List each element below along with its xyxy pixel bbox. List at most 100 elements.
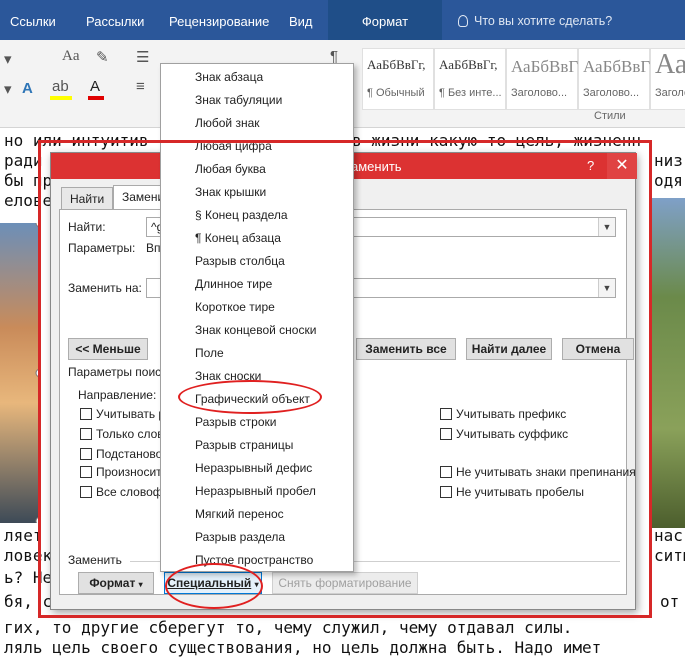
menu-item-endnote-mark[interactable]: Знак концевой сноски <box>161 319 353 342</box>
find-label: Найти: <box>68 220 106 234</box>
style-name: ¶ Обычный <box>367 87 425 99</box>
menu-item-line-break[interactable]: Разрыв строки <box>161 411 353 434</box>
doc-text: одя <box>654 171 683 190</box>
tab-view[interactable]: Вид <box>289 14 313 29</box>
checkbox-ignore-space[interactable] <box>440 486 452 498</box>
help-button[interactable]: ? <box>587 158 594 173</box>
checkbox-whole-word[interactable] <box>80 428 92 440</box>
menu-item-any-digit[interactable]: Любая цифра <box>161 135 353 158</box>
tab-mailings[interactable]: Рассылки <box>86 14 144 29</box>
tell-me-text: Что вы хотите сделать? <box>474 14 613 28</box>
doc-text: нас <box>654 526 683 545</box>
replace-label: Заменить на: <box>68 281 142 295</box>
style-sample: АаБбВвГ <box>583 57 651 76</box>
doc-text: бя, с <box>4 592 53 611</box>
doc-text: ляет <box>4 526 43 545</box>
align-left-icon[interactable]: ≡ <box>136 78 145 95</box>
menu-item-any-letter[interactable]: Любая буква <box>161 158 353 181</box>
checkbox-match-case[interactable] <box>80 408 92 420</box>
ribbon-tab-bar: Ссылки Рассылки Рецензирование Вид Форма… <box>0 0 685 40</box>
close-button[interactable]: ✕ <box>607 153 637 179</box>
menu-item-footnote-mark[interactable]: Знак сноски <box>161 365 353 388</box>
style-heading-2[interactable]: АаБбВвГ Заголово... <box>578 48 650 110</box>
tab-format[interactable]: Формат <box>328 0 442 40</box>
doc-text: ради <box>4 151 43 170</box>
special-dropdown-menu: Знак абзаца Знак табуляции Любой знак Лю… <box>160 63 354 572</box>
doc-text: ловек <box>4 546 53 565</box>
menu-item-nonbreaking-hyphen[interactable]: Неразрывный дефис <box>161 457 353 480</box>
checkbox-label: Подстановоч <box>96 447 169 461</box>
landscape-photo-right[interactable] <box>652 198 685 528</box>
checkbox-label: Учитывать суффикс <box>456 427 569 441</box>
clear-format-icon[interactable]: ✎ <box>96 48 109 66</box>
tell-me-search[interactable]: Что вы хотите сделать? <box>458 14 612 28</box>
style-sample: Аа <box>655 49 685 80</box>
style-sample: АаБбВвГг, <box>367 57 426 72</box>
font-size-icon[interactable]: ▾ <box>4 50 12 68</box>
bullets-icon[interactable]: ☰ <box>136 48 149 66</box>
menu-item-en-dash[interactable]: Короткое тире <box>161 296 353 319</box>
text-effects-icon[interactable]: A <box>22 80 33 97</box>
styles-group-label: Стили <box>594 110 626 122</box>
special-button-label: Специальный <box>167 576 252 590</box>
cancel-button[interactable]: Отмена <box>562 338 634 360</box>
chevron-down-icon[interactable]: ▼ <box>598 218 615 236</box>
doc-text: ситы <box>654 546 685 565</box>
doc-text: елове <box>4 191 53 210</box>
special-button[interactable]: Специальный ▾ <box>164 572 262 594</box>
highlight-color-bar <box>50 96 72 100</box>
menu-item-paragraph-mark[interactable]: Знак абзаца <box>161 66 353 89</box>
find-next-button[interactable]: Найти далее <box>466 338 552 360</box>
change-case-icon[interactable]: Aa <box>62 48 80 65</box>
style-heading-1[interactable]: АаБбВвГ Заголово... <box>506 48 578 110</box>
chevron-down-icon: ▾ <box>138 580 143 589</box>
tab-find[interactable]: Найти <box>61 187 114 209</box>
less-button[interactable]: << Меньше <box>68 338 148 360</box>
highlight-icon[interactable]: ab <box>52 78 69 95</box>
format-button-label: Формат <box>89 576 136 590</box>
menu-item-paragraph-end[interactable]: ¶ Конец абзаца <box>161 227 353 250</box>
checkbox-label: Произносит <box>96 465 162 479</box>
checkbox-sounds-like[interactable] <box>80 466 92 478</box>
menu-item-em-dash[interactable]: Длинное тире <box>161 273 353 296</box>
menu-item-tab-character[interactable]: Знак табуляции <box>161 89 353 112</box>
menu-item-caret[interactable]: Знак крышки <box>161 181 353 204</box>
checkbox-match-prefix[interactable] <box>440 408 452 420</box>
clear-format-button[interactable]: Снять форматирование <box>272 572 418 594</box>
menu-item-optional-hyphen[interactable]: Мягкий перенос <box>161 503 353 526</box>
menu-item-section-break-2[interactable]: Разрыв раздела <box>161 526 353 549</box>
menu-item-graphic[interactable]: Графический объект <box>161 388 353 411</box>
menu-item-white-space[interactable]: Пустое пространство <box>161 549 353 572</box>
font-color-icon-a[interactable]: A <box>90 78 100 95</box>
tab-review[interactable]: Рецензирование <box>169 14 269 29</box>
tab-references[interactable]: Ссылки <box>10 14 56 29</box>
landscape-photo-left[interactable] <box>0 223 40 523</box>
style-title[interactable]: Аа Заголово... <box>650 48 685 110</box>
close-icon: ✕ <box>615 157 629 174</box>
lightbulb-icon <box>458 15 468 27</box>
replace-all-button[interactable]: Заменить все <box>356 338 456 360</box>
search-params-label: Параметры поиск <box>68 365 167 379</box>
checkbox-wildcards[interactable] <box>80 448 92 460</box>
doc-text: в жизни какую-то цель, жизненн <box>352 131 641 150</box>
font-color-icon[interactable]: ▾ <box>4 80 12 98</box>
checkbox-match-suffix[interactable] <box>440 428 452 440</box>
checkbox-label: Учитывать префикс <box>456 407 567 421</box>
menu-item-nonbreaking-space[interactable]: Неразрывный пробел <box>161 480 353 503</box>
menu-item-field[interactable]: Поле <box>161 342 353 365</box>
style-normal[interactable]: АаБбВвГг, ¶ Обычный <box>362 48 434 110</box>
checkbox-label: Учитывать р <box>96 407 166 421</box>
menu-item-column-break[interactable]: Разрыв столбца <box>161 250 353 273</box>
style-no-spacing[interactable]: АаБбВвГг, ¶ Без инте... <box>434 48 506 110</box>
menu-item-any-character[interactable]: Любой знак <box>161 112 353 135</box>
checkbox-all-forms[interactable] <box>80 486 92 498</box>
checkbox-label: Не учитывать пробелы <box>456 485 584 499</box>
style-name: Заголово... <box>583 87 640 99</box>
chevron-down-icon[interactable]: ▼ <box>598 279 615 297</box>
font-color-bar <box>88 96 104 100</box>
format-button[interactable]: Формат ▾ <box>78 572 154 594</box>
chevron-down-icon: ▾ <box>254 580 259 589</box>
menu-item-section-break[interactable]: § Конец раздела <box>161 204 353 227</box>
menu-item-page-break[interactable]: Разрыв страницы <box>161 434 353 457</box>
checkbox-ignore-punct[interactable] <box>440 466 452 478</box>
